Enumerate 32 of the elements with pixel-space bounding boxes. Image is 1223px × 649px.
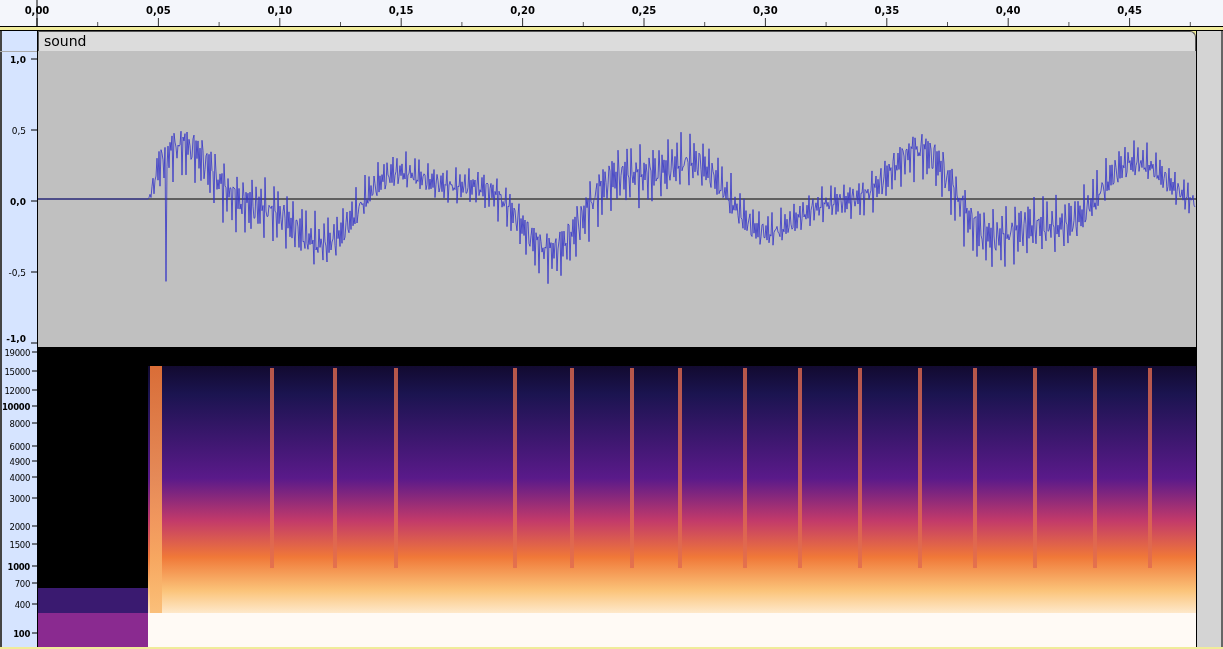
frequency-tick-label: 400 (14, 600, 30, 610)
frequency-tick-label: 12000 (4, 386, 30, 396)
track-name-bar[interactable]: sound (38, 31, 1196, 51)
frequency-tick-label: 700 (14, 579, 30, 589)
time-tick-label: 0,40 (995, 5, 1021, 16)
frequency-tick-label: 8000 (9, 419, 30, 429)
time-tick-label: 0,05 (146, 5, 171, 16)
frequency-tick-label: 4000 (9, 473, 30, 483)
track-name: sound (44, 33, 87, 49)
frequency-tick-label: 3000 (9, 494, 30, 504)
time-tick-label: 0,00 (24, 5, 50, 16)
amplitude-tick-label: 0,0 (10, 197, 26, 207)
frequency-tick-label: 1000 (7, 562, 30, 572)
frequency-tick-label: 10000 (1, 402, 30, 412)
amplitude-tick-label: -0,5 (8, 268, 26, 278)
time-tick-label: 0,15 (388, 5, 414, 16)
frequency-tick-label: 2000 (9, 522, 30, 532)
time-tick-label: 0,35 (874, 5, 900, 16)
time-tick-label: 0,25 (631, 5, 657, 16)
amplitude-tick-label: 1,0 (10, 55, 26, 65)
amplitude-tick-label: 0,5 (11, 126, 26, 136)
frequency-tick-label: 4900 (9, 457, 30, 467)
frequency-tick-label: 19000 (4, 348, 30, 358)
frequency-tick-label: 1500 (9, 540, 30, 550)
time-tick-label: 0,20 (510, 5, 535, 16)
time-tick-label: 0,10 (267, 5, 293, 16)
frequency-tick-label: 100 (13, 629, 30, 639)
frequency-tick-label: 6000 (9, 442, 30, 452)
frequency-tick-label: 15000 (4, 367, 30, 377)
time-tick-label: 0,30 (753, 5, 778, 16)
time-tick-label: 0,45 (1117, 5, 1142, 16)
amplitude-tick-label: -1,0 (6, 334, 26, 344)
